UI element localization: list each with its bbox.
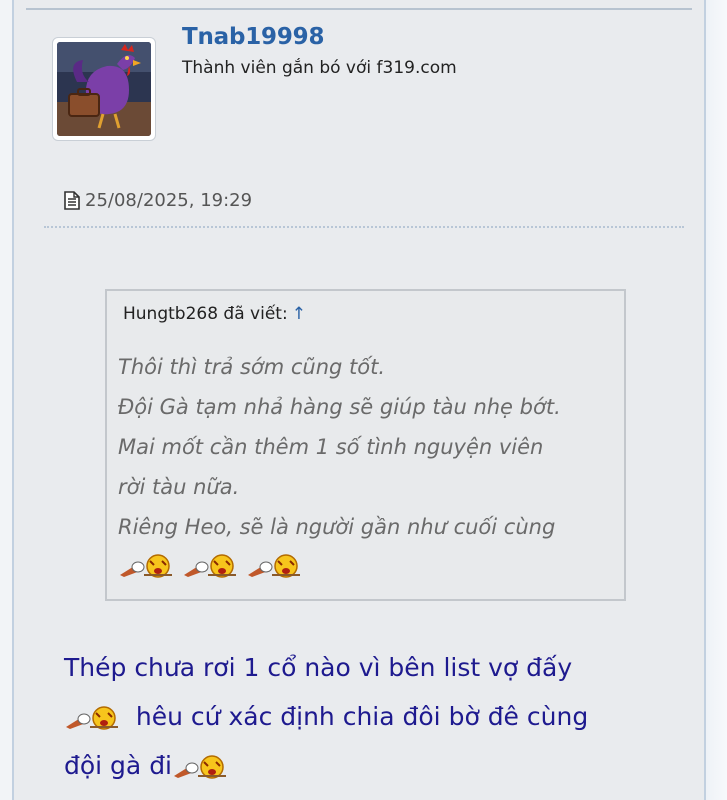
- user-title: Thành viên gắn bó với f319.com: [182, 58, 457, 78]
- knockout-emoticon-icon: [172, 754, 228, 780]
- rooster-avatar-icon: [57, 42, 151, 136]
- page-background: [706, 0, 727, 800]
- message-text: hêu cứ xác định chia đôi bờ đê cùng: [135, 702, 589, 731]
- post-date[interactable]: 25/08/2025, 19:29: [64, 190, 252, 211]
- quote-block: Hungtb268 đã viết: ↑ Thôi thì trả sớm cũn…: [105, 289, 626, 601]
- message-text: đội gà đi: [64, 751, 173, 780]
- post-date-text: 25/08/2025, 19:29: [85, 190, 253, 211]
- quote-author: Hungtb268 đã viết:: [123, 304, 288, 324]
- post-header-divider: [44, 226, 684, 228]
- quote-line: Mai mốt cần thêm 1 số tình nguyện viên: [118, 435, 544, 459]
- quote-emoticons: [118, 553, 618, 579]
- quote-line: Thôi thì trả sớm cũng tốt.: [118, 355, 386, 379]
- knockout-emoticon-icon: [64, 705, 120, 731]
- document-icon: [64, 191, 80, 210]
- quote-line: Đội Gà tạm nhả hàng sẽ giúp tàu nhẹ bớt.: [118, 395, 561, 419]
- quote-line: rời tàu nữa.: [118, 475, 240, 499]
- quote-line: Riêng Heo, sẽ là người gần như cuối cùng: [118, 515, 556, 539]
- message-line: Thép chưa rơi 1 cổ nào vì bên list vợ đấ…: [64, 653, 573, 682]
- knockout-emoticon-icon: [118, 553, 174, 579]
- message-line: hêu cứ xác định chia đôi bờ đê cùng: [64, 692, 694, 741]
- post-container: Tnab19998 Thành viên gắn bó với f319.com…: [12, 0, 706, 800]
- message-line: đội gà đi: [64, 741, 694, 790]
- quote-source-link[interactable]: ↑: [292, 304, 306, 324]
- post-message: Thép chưa rơi 1 cổ nào vì bên list vợ đấ…: [64, 643, 694, 790]
- knockout-emoticon-icon: [182, 553, 238, 579]
- post-top-divider: [26, 8, 692, 10]
- quote-header: Hungtb268 đã viết: ↑: [123, 304, 306, 324]
- username-link[interactable]: Tnab19998: [182, 24, 324, 50]
- quote-body: Thôi thì trả sớm cũng tốt. Đội Gà tạm nh…: [118, 347, 618, 579]
- knockout-emoticon-icon: [246, 553, 302, 579]
- avatar[interactable]: [52, 37, 156, 141]
